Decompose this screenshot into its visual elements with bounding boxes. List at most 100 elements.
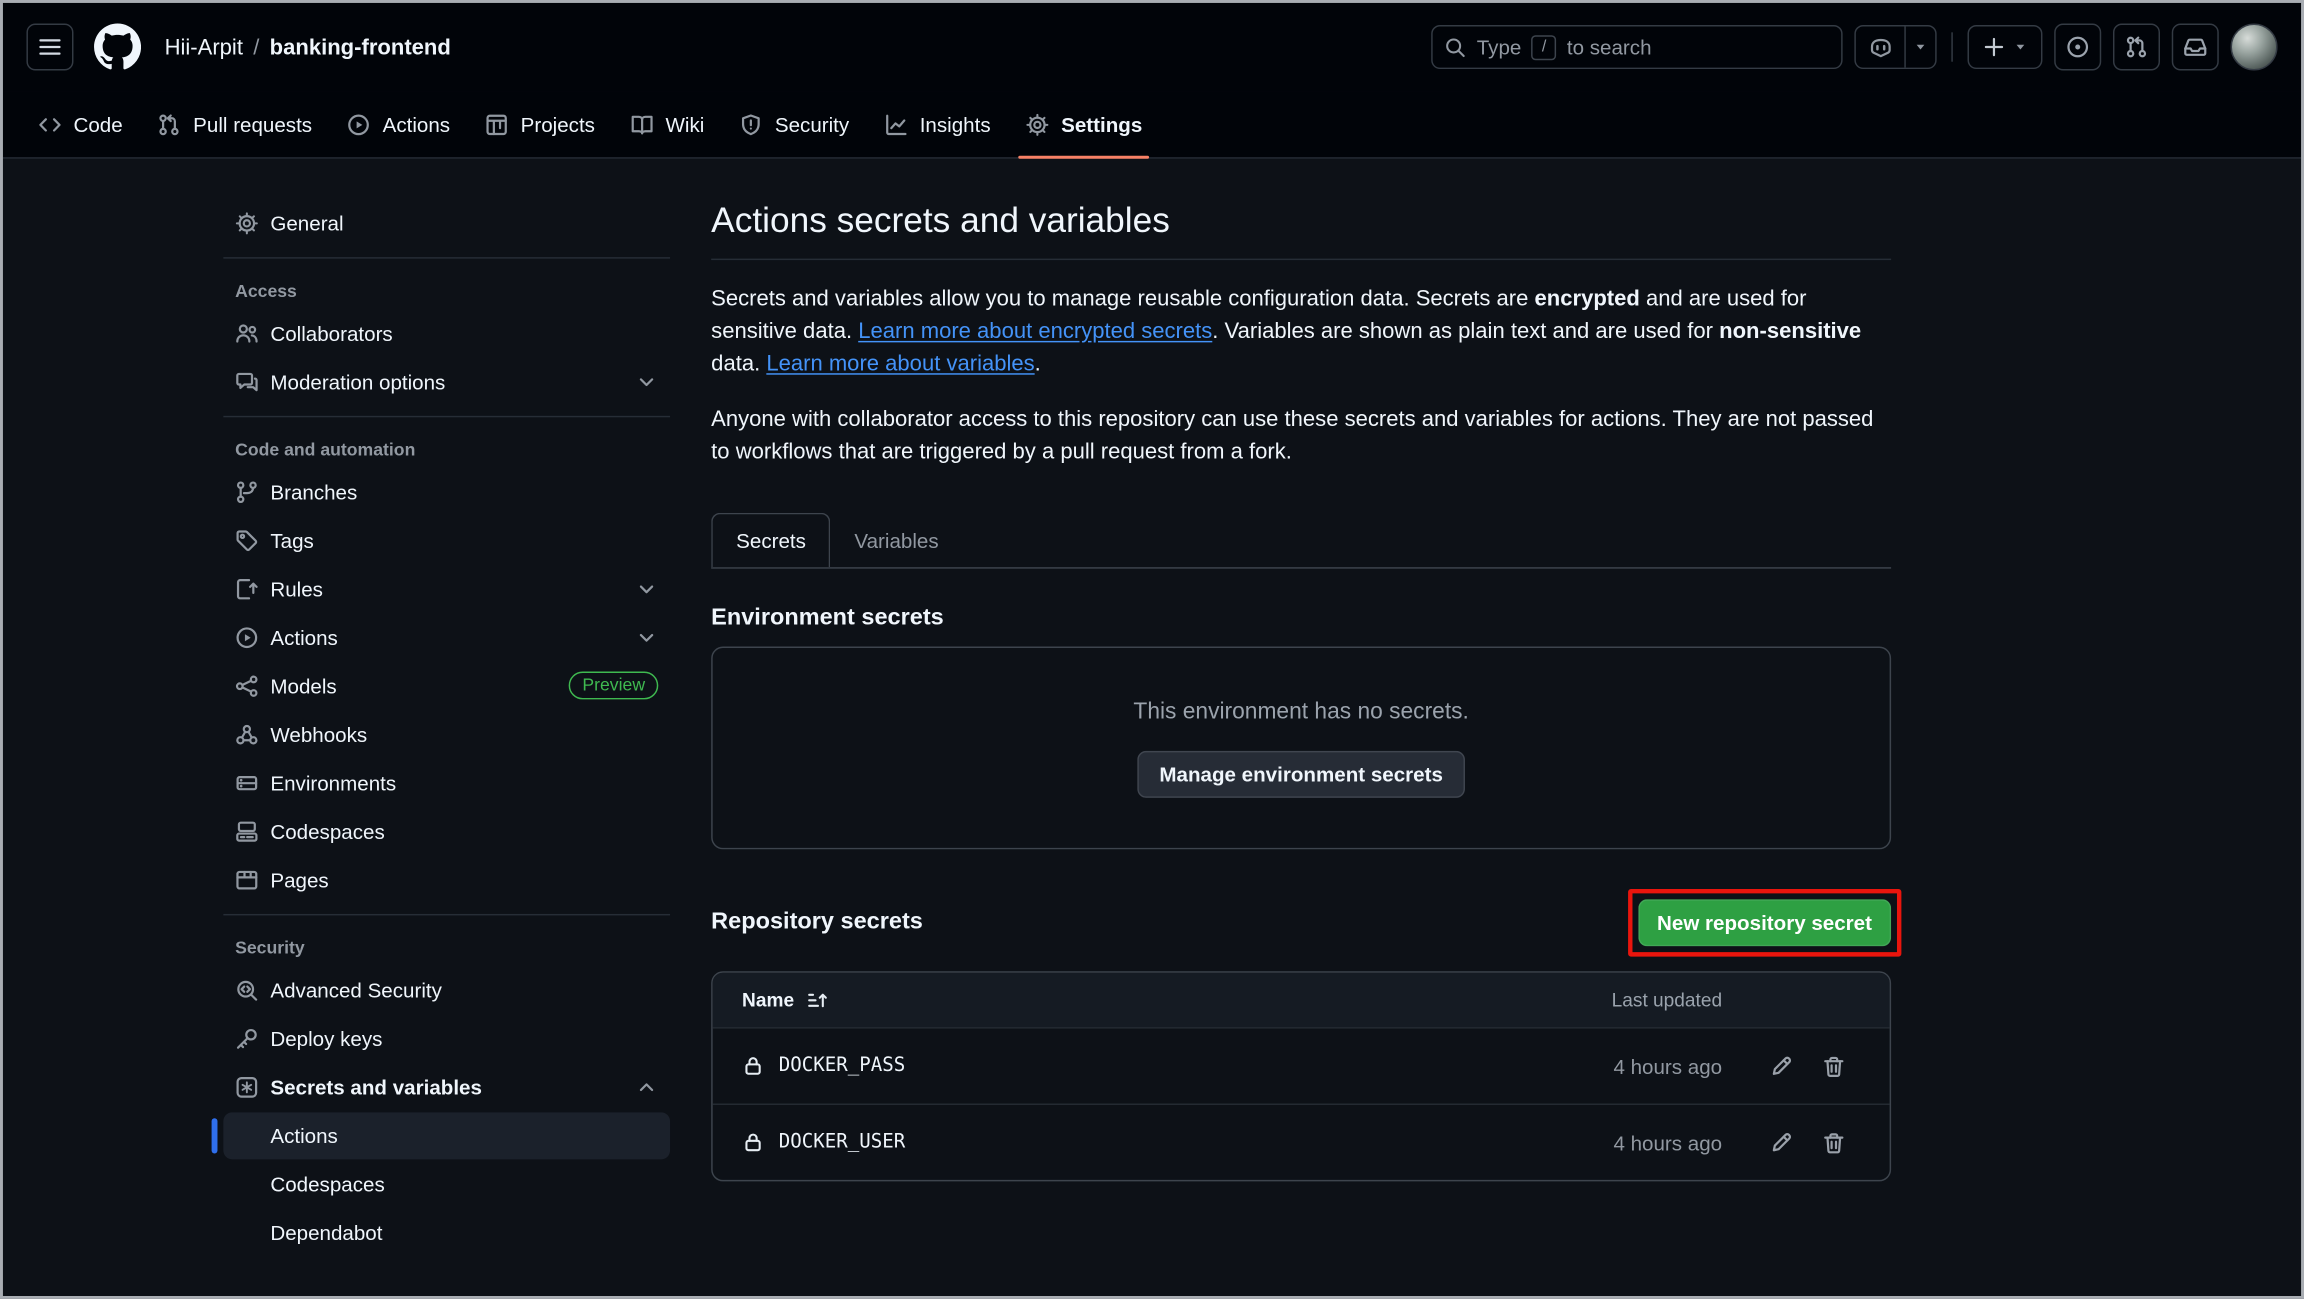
copilot-icon <box>1868 35 1892 59</box>
sidebar-item-models[interactable]: ModelsPreview <box>223 663 670 709</box>
breadcrumb-owner[interactable]: Hii-Arpit <box>165 35 243 60</box>
lock-icon <box>742 1131 764 1153</box>
lock-icon <box>742 1055 764 1077</box>
tab-variables[interactable]: Variables <box>831 513 962 567</box>
chevron-up-icon <box>635 1075 659 1099</box>
link-learn-more-about-variables[interactable]: Learn more about variables <box>766 351 1034 376</box>
sidebar-subitem-label: Codespaces <box>270 1173 384 1197</box>
sort-asc-icon <box>807 989 829 1011</box>
graph-icon <box>884 112 908 136</box>
tab-actions[interactable]: Actions <box>333 91 465 157</box>
github-logo[interactable] <box>94 24 141 71</box>
tab-pull-requests[interactable]: Pull requests <box>143 91 327 157</box>
tab-secrets[interactable]: Secrets <box>711 513 831 567</box>
tab-security[interactable]: Security <box>725 91 864 157</box>
sidebar-item-label: Deploy keys <box>270 1026 382 1050</box>
breadcrumb-repo[interactable]: banking-frontend <box>270 35 451 60</box>
comment-discussion-icon <box>235 370 259 394</box>
copilot-menu-button[interactable] <box>1904 26 1935 67</box>
sidebar-item-collaborators[interactable]: Collaborators <box>223 310 670 356</box>
search-placeholder-suffix: to search <box>1567 35 1652 59</box>
sidebar-item-general[interactable]: General <box>223 200 670 246</box>
second-paragraph: Anyone with collaborator access to this … <box>711 404 1891 469</box>
secret-name-cell: DOCKER_PASS <box>713 1055 1534 1077</box>
tab-code[interactable]: Code <box>24 91 138 157</box>
sidebar-item-deploy-keys[interactable]: Deploy keys <box>223 1015 670 1061</box>
sidebar-subitem-dependabot[interactable]: Dependabot <box>223 1209 670 1256</box>
copilot-button-group <box>1854 25 1936 69</box>
sidebar-divider <box>223 257 670 258</box>
sidebar-item-webhooks[interactable]: Webhooks <box>223 711 670 757</box>
hamburger-menu-button[interactable] <box>26 24 73 71</box>
copilot-button[interactable] <box>1856 26 1904 67</box>
avatar[interactable] <box>2231 24 2278 71</box>
new-repository-secret-button[interactable]: New repository secret <box>1638 899 1891 946</box>
sidebar-item-tags[interactable]: Tags <box>223 517 670 563</box>
delete-secret-button[interactable] <box>1822 1054 1846 1078</box>
sidebar-item-pages[interactable]: Pages <box>223 857 670 903</box>
sidebar-item-label: Rules <box>270 577 323 601</box>
create-new-button[interactable] <box>1968 25 2043 69</box>
tab-label: Code <box>73 112 122 136</box>
edit-secret-button[interactable] <box>1769 1131 1793 1155</box>
repo-nav: Code Pull requests Actions ProjectsWikiSecu… <box>3 91 2301 159</box>
tab-settings[interactable]: Settings <box>1011 91 1157 157</box>
sidebar-divider <box>223 416 670 417</box>
three-bars-icon <box>38 35 62 59</box>
sidebar-item-actions[interactable]: Actions <box>223 614 670 660</box>
sidebar-item-advanced-security[interactable]: Advanced Security <box>223 967 670 1013</box>
sidebar-item-branches[interactable]: Branches <box>223 469 670 515</box>
header-actions: Type / to search <box>1431 24 2277 71</box>
tab-label: Pull requests <box>193 112 312 136</box>
app-header: Hii-Arpit / banking-frontend Type / to s… <box>3 3 2301 91</box>
name-column-header[interactable]: Name <box>713 989 1534 1011</box>
tab-label: Actions <box>383 112 450 136</box>
triangle-down-icon <box>1913 40 1928 55</box>
issues-button[interactable] <box>2054 24 2101 71</box>
book-icon <box>630 112 654 136</box>
sidebar-section-label: Access <box>223 270 670 310</box>
bold-text: non-sensitive <box>1719 319 1861 344</box>
sidebar-item-environments[interactable]: Environments <box>223 760 670 806</box>
search-placeholder-prefix: Type <box>1477 35 1522 59</box>
header-divider <box>1951 32 1952 61</box>
link-learn-more-about-encrypted-secrets[interactable]: Learn more about encrypted secrets <box>858 319 1212 344</box>
secret-row: DOCKER_PASS4 hours ago <box>713 1027 1890 1103</box>
browser-icon <box>235 868 259 892</box>
delete-secret-button[interactable] <box>1822 1131 1846 1155</box>
pull-requests-button[interactable] <box>2113 24 2160 71</box>
sidebar-item-label: Tags <box>270 528 313 552</box>
settings-sidebar: General AccessCollaboratorsModeration opt… <box>212 194 682 1258</box>
sidebar-item-rules[interactable]: Rules <box>223 566 670 612</box>
tab-wiki[interactable]: Wiki <box>616 91 720 157</box>
sidebar-item-moderation-options[interactable]: Moderation options <box>223 359 670 405</box>
name-header-label: Name <box>742 989 794 1011</box>
gear-icon <box>1026 112 1050 136</box>
edit-secret-button[interactable] <box>1769 1054 1793 1078</box>
sidebar-item-label: Models <box>270 674 336 698</box>
secret-row: DOCKER_USER4 hours ago <box>713 1104 1890 1180</box>
project-icon <box>485 112 509 136</box>
manage-environment-secrets-button[interactable]: Manage environment secrets <box>1137 750 1465 797</box>
sidebar-item-codespaces[interactable]: Codespaces <box>223 808 670 854</box>
intro-text: . <box>1035 351 1041 376</box>
inbox-button[interactable] <box>2172 24 2219 71</box>
chevron-down-icon <box>635 370 659 394</box>
annotation-highlight-box: New repository secret <box>1628 889 1902 957</box>
secret-actions <box>1722 1131 1890 1155</box>
main-panel: Actions secrets and variables Secrets an… <box>711 194 1891 1258</box>
sidebar-item-secrets-and-variables[interactable]: Secrets and variables <box>223 1064 670 1110</box>
github-settings-window: Hii-Arpit / banking-frontend Type / to s… <box>0 0 2304 1299</box>
sidebar-subitem-actions[interactable]: Actions <box>223 1112 670 1159</box>
search-input[interactable]: Type / to search <box>1431 25 1842 69</box>
git-branch-icon <box>235 480 259 504</box>
sidebar-item-label: Webhooks <box>270 722 367 746</box>
repository-secrets-heading: Repository secrets <box>711 910 923 936</box>
page-title: Actions secrets and variables <box>711 200 1891 244</box>
tab-label: Insights <box>920 112 991 136</box>
sidebar-subitem-codespaces[interactable]: Codespaces <box>223 1161 670 1208</box>
tab-insights[interactable]: Insights <box>870 91 1006 157</box>
sidebar-item-label: Branches <box>270 480 357 504</box>
key-icon <box>235 1026 259 1050</box>
tab-projects[interactable]: Projects <box>471 91 610 157</box>
